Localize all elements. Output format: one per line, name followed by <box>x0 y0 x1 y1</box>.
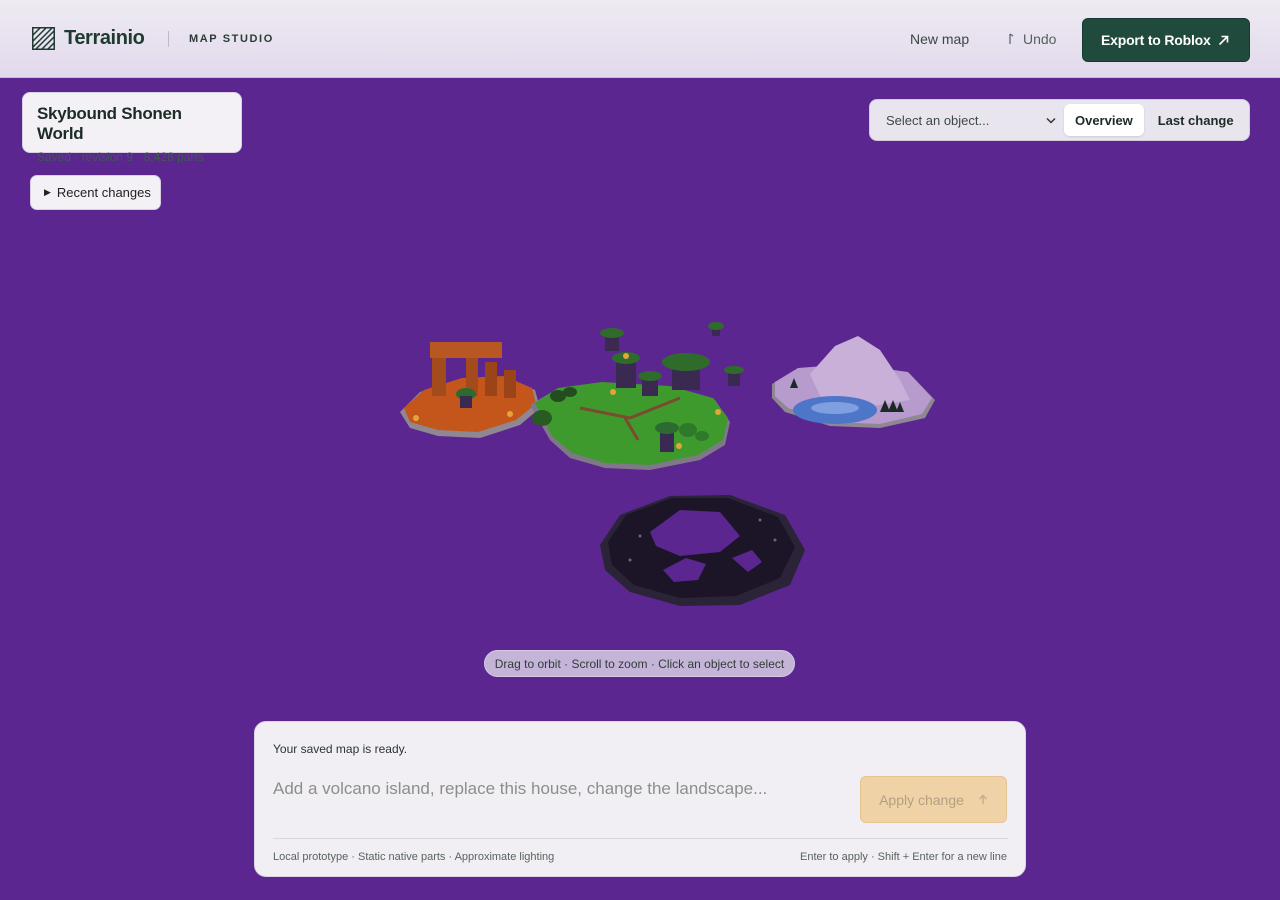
chevron-down-icon <box>1045 117 1056 124</box>
object-select-value: Select an object... <box>886 112 990 128</box>
arrow-up-icon <box>978 794 987 804</box>
export-to-roblox-button[interactable]: Export to Roblox <box>1082 18 1250 62</box>
recent-changes-toggle[interactable]: ▶ Recent changes <box>30 175 161 210</box>
viewport-hint: Drag to orbit · Scroll to zoom · Click a… <box>484 650 795 677</box>
prompt-footer-info: Local prototype · Static native parts · … <box>273 851 555 863</box>
project-meta: Saved · revision 9 · 8,426 parts <box>37 150 204 164</box>
recent-changes-label: Recent changes <box>56 185 151 200</box>
prompt-status: Your saved map is ready. <box>273 742 408 756</box>
project-card: Skybound Shonen World Saved · revision 9… <box>22 92 242 164</box>
prompt-divider <box>273 838 1008 839</box>
export-label: Export to Roblox <box>1101 32 1211 48</box>
prompt-input[interactable] <box>273 776 833 802</box>
overview-button[interactable]: Overview <box>1063 104 1145 136</box>
grass-village-island[interactable] <box>530 322 744 470</box>
new-map-button[interactable]: New map <box>910 31 969 47</box>
logo-icon <box>32 27 55 50</box>
camera-controls: Select an object... Overview Last change <box>869 99 1250 141</box>
triangle-right-icon: ▶ <box>44 187 51 197</box>
apply-label: Apply change <box>879 791 964 808</box>
object-select[interactable]: Select an object... <box>870 100 1064 140</box>
prompt-footer-shortcuts: Enter to apply · Shift + Enter for a new… <box>800 851 1007 863</box>
last-change-button[interactable]: Last change <box>1146 104 1245 136</box>
top-bar: Terrainio MAP STUDIO New map Undo Export… <box>0 0 1280 78</box>
dark-crater-island[interactable] <box>600 495 805 606</box>
brand[interactable]: Terrainio <box>32 27 145 50</box>
arrow-up-right-icon <box>1218 35 1229 45</box>
brand-divider <box>168 31 169 47</box>
undo-label: Undo <box>1023 31 1057 47</box>
project-title: Skybound Shonen World <box>37 104 182 143</box>
brand-name: Terrainio <box>64 27 145 49</box>
desert-arch-island[interactable] <box>400 342 540 438</box>
undo-icon <box>1009 33 1014 44</box>
snow-mountain-island[interactable] <box>772 336 935 428</box>
brand-subtitle: MAP STUDIO <box>189 33 274 45</box>
undo-button[interactable]: Undo <box>1008 31 1056 47</box>
apply-change-button[interactable]: Apply change <box>860 776 1007 823</box>
prompt-panel: Your saved map is ready. Apply change Lo… <box>254 721 1026 877</box>
map-viewport[interactable] <box>380 300 960 630</box>
